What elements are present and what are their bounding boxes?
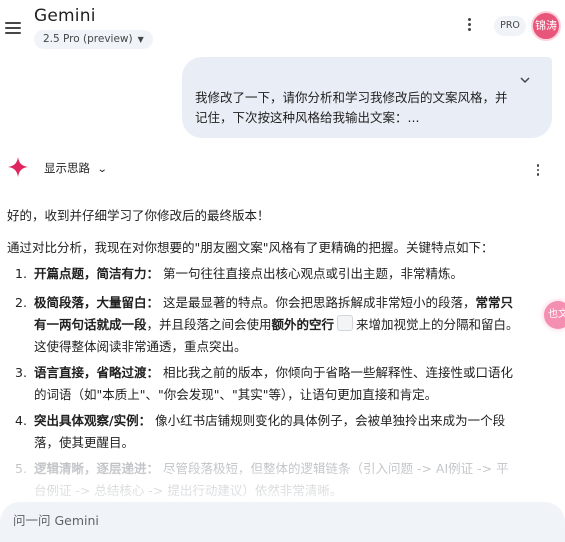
show-thinking-label: 显示思路 [44, 161, 90, 175]
response-intro: 好的，收到并仔细学习了你修改后的最终版本！ [7, 208, 270, 223]
pro-badge: PRO [494, 16, 526, 36]
top-bar: Gemini 2.5 Pro (preview) ▼ PRO 锦涛 [0, 0, 565, 56]
list-item: 1. 开篇点题，简洁有力： 第一句往往直接点出核心观点或引出主题，非常精炼。 [15, 263, 520, 285]
point-text: ，并且段落之间会使用 [146, 317, 272, 332]
show-thinking-toggle[interactable]: 显示思路 ⌄ [44, 160, 108, 176]
response-analysis-lead: 通过对比分析，我现在对你想要的"朋友圈文案"风格有了更精确的把握。关键特点如下： [7, 240, 494, 255]
list-item: 3. 语言直接，省略过渡： 相比我之前的版本，你倾向于省略一些解释性、连接性或口… [15, 362, 520, 406]
point-text: 这是最显著的特点。你会把思路拆解成非常短小的段落， [163, 295, 476, 310]
chevron-down-icon: ▼ [137, 35, 144, 44]
list-item: 4. 突出具体观察/实例： 像小红书店铺规则变化的具体例子，会被单独拎出来成为一… [15, 410, 520, 454]
user-message-text: 我修改了一下，请你分析和学习我修改后的文案风格，并记住，下次按这种风格给我输出文… [195, 90, 508, 125]
app-title: Gemini [34, 6, 96, 26]
more-vert-icon[interactable] [535, 164, 541, 180]
model-selector[interactable]: 2.5 Pro (preview) ▼ [34, 30, 153, 49]
more-vert-icon[interactable] [466, 18, 472, 34]
side-floating-widget[interactable]: 也文 [544, 301, 565, 329]
model-selector-label: 2.5 Pro (preview) [43, 33, 133, 45]
list-number: 1. [15, 266, 27, 281]
point-text: 第一句往往直接点出核心观点或引出主题，非常精炼。 [163, 266, 464, 281]
list-number: 3. [15, 365, 27, 380]
list-item: 2. 极简段落，大量留白： 这是最显著的特点。你会把思路拆解成非常短小的段落，常… [15, 292, 520, 358]
user-message-bubble: 我修改了一下，请你分析和学习我修改后的文案风格，并记住，下次按这种风格给我输出文… [182, 57, 552, 138]
list-number: 2. [15, 295, 27, 310]
prompt-input[interactable] [13, 508, 533, 532]
point-title: 逻辑清晰，逐层递进： [34, 461, 160, 476]
gemini-sparkle-icon [7, 156, 29, 178]
expand-icon[interactable] [519, 74, 531, 86]
list-number: 4. [15, 413, 27, 428]
point-title: 开篇点题，简洁有力： [34, 266, 160, 281]
point-title: 语言直接，省略过渡： [34, 365, 160, 380]
point-title: 突出具体观察/实例： [34, 413, 152, 428]
list-number: 5. [15, 461, 27, 476]
point-title: 极简段落，大量留白： [34, 295, 160, 310]
chevron-down-icon: ⌄ [96, 164, 108, 175]
blank-line-marker [337, 315, 354, 331]
list-item: 5. 逻辑清晰，逐层递进： 尽管段落极短，但整体的逻辑链条（引入问题 -> AI… [15, 458, 520, 502]
menu-icon[interactable] [5, 22, 21, 36]
point-bold: 额外的空行 [271, 317, 335, 332]
avatar[interactable]: 锦涛 [531, 11, 561, 41]
